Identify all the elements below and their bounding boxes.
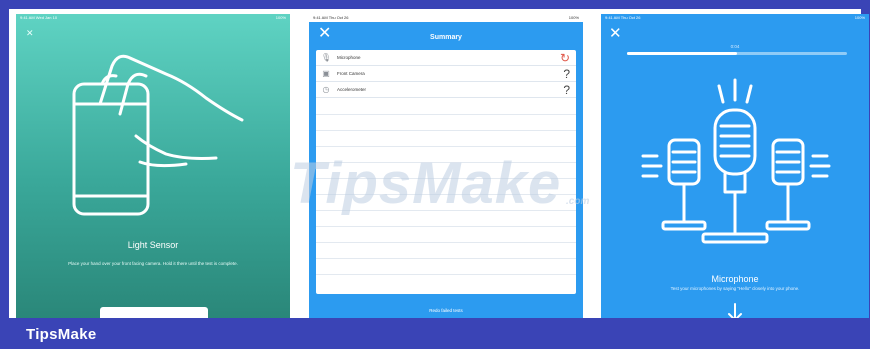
light-sensor-screen: 9:41 AM Wed Jan 10 100% ✕ Light Sensor P… [16,14,290,318]
camera-icon: ▣ [322,69,330,78]
accelerometer-icon: ◷ [322,85,330,94]
row-divider [316,258,576,259]
close-icon[interactable]: ✕ [609,26,622,41]
list-item-label: Accelerometer [337,87,367,92]
nav-title: Summary [430,34,462,41]
bottom-bar [309,294,583,318]
question-icon: ? [563,67,570,81]
status-time: 9:41 AM Thu Oct 26 [313,15,349,20]
status-time: 9:41 AM Wed Jan 10 [20,15,58,20]
list-item-label: Front Camera [337,71,365,76]
progress-track [627,52,847,55]
retry-icon[interactable]: ↻ [560,51,570,65]
status-bar: 9:41 AM Thu Oct 26 100% [309,14,583,22]
row-divider [316,226,576,227]
test-title: Light Sensor [127,240,179,250]
microphone-icon: 🎙 [321,53,332,62]
row-divider [316,242,576,243]
row-divider [316,114,576,115]
row-divider [316,146,576,147]
list-item-label: Microphone [337,55,361,60]
arrow-down-icon [728,303,742,318]
status-bar: 9:41 AM Wed Jan 10 100% [16,14,290,22]
list-item[interactable]: 🎙 Microphone ↻ [316,50,576,66]
question-icon: ? [563,83,570,97]
status-bar: 9:41 AM Thu Oct 26 100% [601,14,869,22]
watermark-suffix: .com [566,196,590,207]
status-battery: 100% [568,15,579,20]
status-battery: 100% [854,15,865,20]
list-item[interactable]: ◷ Accelerometer ? [316,82,576,98]
hand-over-phone-illustration [72,54,244,216]
microphones-illustration [641,78,831,244]
redo-failed-tests-button[interactable]: Redo failed tests [309,308,583,313]
list-item[interactable]: ▣ Front Camera ? [316,66,576,82]
row-divider [316,274,576,275]
brand-label: TipsMake [26,326,97,343]
progress-fill [627,52,737,55]
test-description: Test your microphones by saying "Hello" … [670,286,800,291]
test-title: Microphone [711,274,759,284]
frame-left [0,0,9,349]
row-divider [316,130,576,131]
footer-bar: TipsMake [0,318,870,349]
start-button[interactable] [100,307,208,318]
frame-top [0,0,870,9]
test-description: Place your hand over your front facing c… [68,261,238,266]
close-icon[interactable]: ✕ [26,28,34,39]
watermark: TipsMake [290,151,562,216]
status-time: 9:41 AM Thu Oct 26 [605,15,641,20]
microphone-screen: 9:41 AM Thu Oct 26 100% ✕ 0:04 Microphon… [601,14,869,318]
status-battery: 100% [275,15,286,20]
timer-label: 0:04 [730,44,740,49]
